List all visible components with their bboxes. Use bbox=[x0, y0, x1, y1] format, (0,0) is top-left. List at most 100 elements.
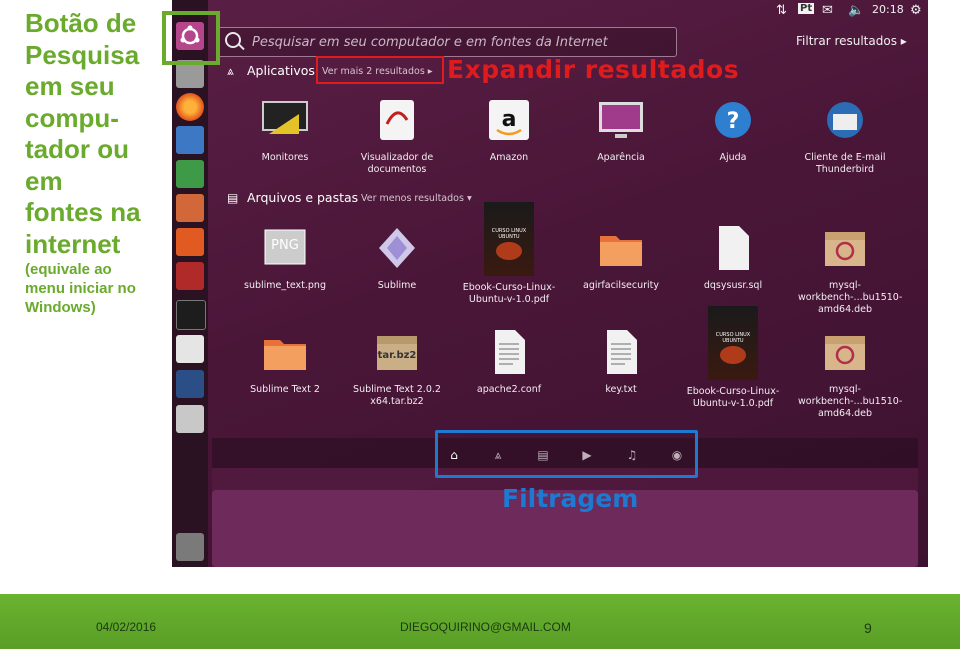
firefox-launcher-icon[interactable] bbox=[176, 93, 204, 121]
appearance-icon bbox=[595, 94, 647, 146]
sublime-icon bbox=[371, 222, 423, 274]
unity-launcher bbox=[172, 0, 208, 567]
clock[interactable]: 20:18 bbox=[872, 3, 904, 16]
filter-results-button[interactable]: Filtrar resultados ▸ bbox=[796, 34, 907, 48]
settings-launcher-icon[interactable] bbox=[176, 262, 204, 290]
result-item[interactable]: key.txt bbox=[574, 326, 668, 396]
result-item[interactable]: dqsysusr.sql bbox=[686, 222, 780, 292]
camera-launcher-icon[interactable] bbox=[176, 405, 204, 433]
software-center-launcher-icon[interactable] bbox=[176, 228, 204, 256]
result-label: agirfacilsecurity bbox=[583, 280, 659, 291]
caption-subline: menu iniciar no bbox=[25, 280, 136, 297]
folder-icon bbox=[259, 326, 311, 378]
archive-icon: tar.bz2 bbox=[371, 326, 423, 378]
result-label: sublime_text.png bbox=[244, 280, 326, 291]
caption-line: em bbox=[25, 165, 63, 196]
calc-launcher-icon[interactable] bbox=[176, 160, 204, 188]
filter-annotation: Filtragem bbox=[502, 484, 639, 513]
result-item[interactable]: a Amazon bbox=[462, 94, 556, 164]
caption-line: Botão de bbox=[25, 8, 137, 38]
deb-package-icon bbox=[819, 222, 871, 274]
result-label: Sublime Text 2 bbox=[250, 384, 320, 395]
result-label: apache2.conf bbox=[476, 384, 542, 395]
filter-highlight bbox=[435, 430, 698, 478]
result-item[interactable]: mysql-workbench-...bu1510-amd64.deb bbox=[798, 222, 903, 316]
blank-file-icon bbox=[707, 222, 759, 274]
result-item[interactable]: ? Ajuda bbox=[686, 94, 780, 164]
caption-line: fontes na bbox=[25, 197, 141, 227]
caption-line: compu- bbox=[25, 102, 119, 133]
terminal-launcher-icon[interactable] bbox=[176, 300, 206, 330]
files-section-title: Arquivos e pastas bbox=[247, 190, 359, 205]
ubuntu-dash-screenshot: ⇅ Pt ✉ 🔈 20:18 ⚙ Filtrar resultados ▸ ⩓ … bbox=[172, 0, 928, 567]
network-icon[interactable]: ⇅ bbox=[776, 3, 787, 18]
folder-icon bbox=[595, 222, 647, 274]
result-label: mysql-workbench-...bu1510-amd64.deb bbox=[798, 280, 903, 315]
result-item[interactable]: PNG sublime_text.png bbox=[238, 222, 332, 292]
caption-subtitle: (equivale ao menu iniciar no Windows) bbox=[25, 260, 165, 317]
result-item[interactable]: Aparência bbox=[574, 94, 668, 164]
files-section-header: ▤ Arquivos e pastas bbox=[227, 190, 358, 205]
search-button-highlight bbox=[162, 11, 220, 65]
result-item[interactable]: CURSO LINUX UBUNTU Ebook-Curso-Linux-Ubun… bbox=[462, 202, 556, 306]
result-label: Ajuda bbox=[719, 152, 747, 163]
result-item[interactable]: apache2.conf bbox=[462, 326, 556, 396]
result-item[interactable]: agirfacilsecurity bbox=[574, 222, 668, 292]
slide-footer: 04/02/2016 DIEGOQUIRINO@GMAIL.COM 9 bbox=[0, 594, 960, 649]
result-item[interactable]: Sublime bbox=[350, 222, 444, 292]
gear-icon[interactable]: ⚙ bbox=[910, 3, 922, 18]
amazon-icon: a bbox=[483, 94, 535, 146]
see-fewer-results-link[interactable]: Ver menos resultados ▾ bbox=[361, 193, 472, 204]
volume-icon[interactable]: 🔈 bbox=[848, 3, 864, 18]
footer-date: 04/02/2016 bbox=[96, 620, 157, 634]
result-label: dqsysusr.sql bbox=[703, 280, 763, 291]
text-editor-launcher-icon[interactable] bbox=[176, 335, 204, 363]
trash-launcher-icon[interactable] bbox=[176, 533, 204, 561]
result-item[interactable]: Visualizador de documentos bbox=[350, 94, 444, 176]
text-file-icon bbox=[595, 326, 647, 378]
result-item[interactable]: Cliente de E-mail Thunderbird bbox=[798, 94, 892, 176]
impress-launcher-icon[interactable] bbox=[176, 194, 204, 222]
text-file-icon bbox=[483, 326, 535, 378]
result-label: Sublime bbox=[377, 280, 417, 291]
page-number: 9 bbox=[864, 620, 872, 636]
cover-text: CURSO LINUX UBUNTU bbox=[491, 228, 527, 240]
result-item[interactable]: CURSO LINUX UBUNTU Ebook-Curso-Linux-Ubun… bbox=[686, 306, 780, 410]
result-label: Ebook-Curso-Linux-Ubuntu-v-1.0.pdf bbox=[462, 282, 556, 305]
document-viewer-icon bbox=[371, 94, 423, 146]
footer-email: DIEGOQUIRINO@GMAIL.COM bbox=[400, 620, 571, 634]
svg-text:a: a bbox=[502, 107, 517, 132]
monitor-ruler-icon bbox=[259, 94, 311, 146]
search-input[interactable] bbox=[250, 31, 664, 53]
archive-badge: tar.bz2 bbox=[377, 350, 417, 361]
caption-subline: (equivale ao bbox=[25, 261, 112, 278]
result-label: mysql-workbench-...bu1510-amd64.deb bbox=[798, 384, 903, 419]
result-item[interactable]: Sublime Text 2 bbox=[238, 326, 332, 396]
result-label: Monitores bbox=[261, 152, 309, 163]
caption-title: Botão de Pesquisa em seu compu- tador ou… bbox=[25, 8, 165, 260]
result-label: Aparência bbox=[597, 152, 645, 163]
apps-section-icon: ⩓ bbox=[227, 64, 234, 78]
cover-text: CURSO LINUX UBUNTU bbox=[715, 332, 751, 344]
result-item[interactable]: Monitores bbox=[238, 94, 332, 164]
keyboard-layout-indicator[interactable]: Pt bbox=[798, 3, 815, 14]
pdf-cover-icon: CURSO LINUX UBUNTU bbox=[708, 306, 758, 380]
thunderbird-icon bbox=[819, 94, 871, 146]
expand-annotation: Expandir resultados bbox=[447, 55, 740, 84]
result-label: Cliente de E-mail Thunderbird bbox=[804, 152, 886, 175]
result-label: Ebook-Curso-Linux-Ubuntu-v-1.0.pdf bbox=[686, 386, 780, 409]
slide-caption: Botão de Pesquisa em seu compu- tador ou… bbox=[25, 8, 165, 317]
png-badge: PNG bbox=[271, 238, 299, 253]
workbench-launcher-icon[interactable] bbox=[176, 370, 204, 398]
writer-launcher-icon[interactable] bbox=[176, 126, 204, 154]
expand-results-highlight bbox=[316, 56, 444, 84]
pdf-cover-icon: CURSO LINUX UBUNTU bbox=[484, 202, 534, 276]
result-item[interactable]: tar.bz2 Sublime Text 2.0.2 x64.tar.bz2 bbox=[350, 326, 444, 408]
result-item[interactable]: mysql-workbench-...bu1510-amd64.deb bbox=[798, 326, 903, 420]
mail-icon[interactable]: ✉ bbox=[822, 3, 833, 18]
top-panel: ⇅ Pt ✉ 🔈 20:18 ⚙ bbox=[208, 0, 928, 22]
result-label: Amazon bbox=[489, 152, 529, 163]
svg-text:?: ? bbox=[727, 109, 740, 134]
dash-search-box[interactable] bbox=[217, 27, 677, 57]
png-file-icon: PNG bbox=[259, 222, 311, 274]
